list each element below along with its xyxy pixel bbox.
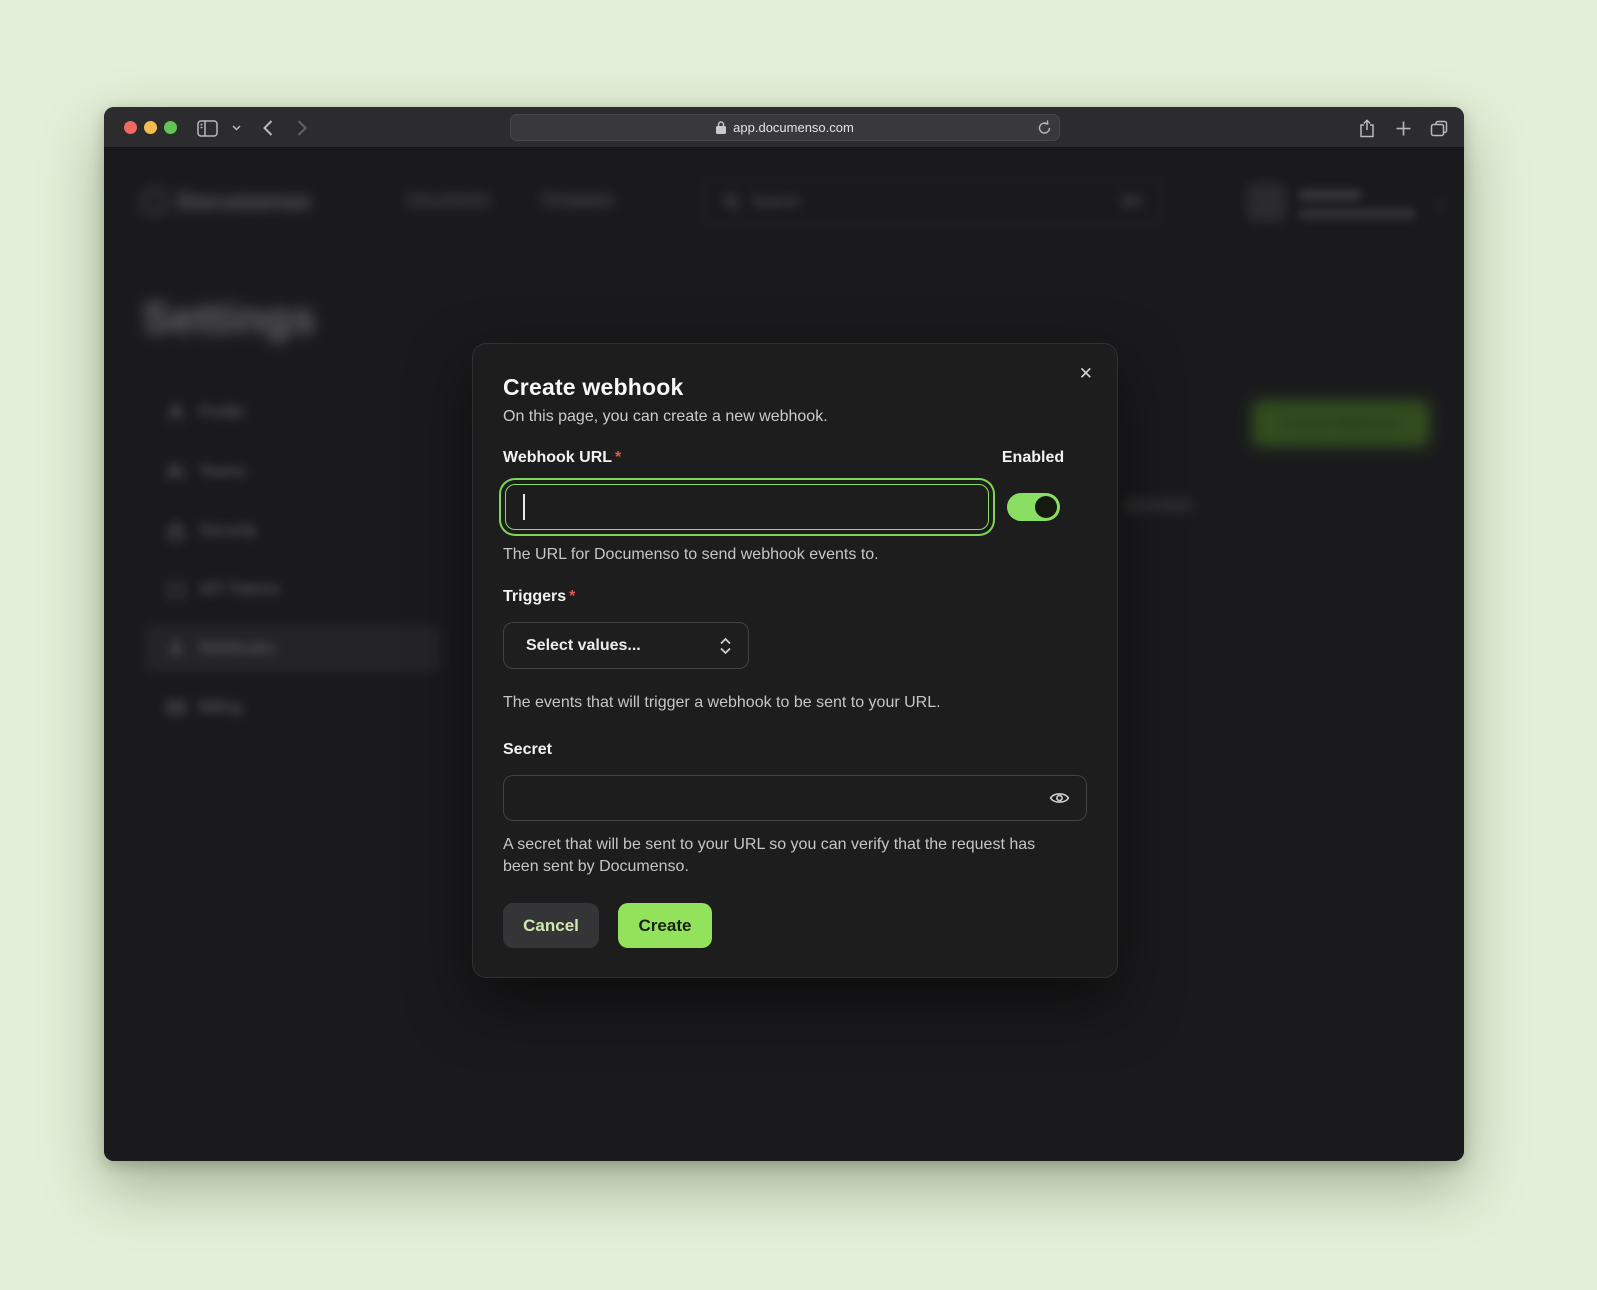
dialog-title: Create webhook	[503, 374, 1087, 401]
eye-icon[interactable]	[1049, 788, 1070, 813]
triggers-helper: The events that will trigger a webhook t…	[503, 692, 1087, 714]
forward-button[interactable]	[289, 115, 315, 141]
secret-label: Secret	[503, 741, 552, 759]
close-window-button[interactable]	[124, 121, 137, 134]
zoom-window-button[interactable]	[164, 121, 177, 134]
page-viewport: Documenso Documents Templates Search ⌘K …	[104, 148, 1464, 1161]
url-text: app.documenso.com	[733, 120, 854, 135]
webhook-url-helper: The URL for Documenso to send webhook ev…	[503, 544, 1087, 566]
sidebar-toggle-icon[interactable]	[194, 115, 220, 141]
tab-overview-icon[interactable]	[1426, 115, 1452, 141]
enabled-toggle[interactable]	[1007, 493, 1060, 521]
cancel-button[interactable]: Cancel	[503, 903, 599, 948]
webhook-url-input[interactable]	[505, 484, 989, 530]
create-webhook-dialog: ✕ Create webhook On this page, you can c…	[472, 343, 1118, 978]
back-button[interactable]	[255, 115, 281, 141]
secret-helper: A secret that will be sent to your URL s…	[503, 834, 1048, 878]
close-icon[interactable]: ✕	[1079, 364, 1093, 384]
webhook-url-label: Webhook URL*	[503, 449, 621, 467]
sidebar-chevron-icon[interactable]	[223, 115, 249, 141]
triggers-label: Triggers*	[503, 588, 575, 606]
required-asterisk: *	[615, 449, 621, 466]
share-icon[interactable]	[1354, 115, 1380, 141]
triggers-select[interactable]: Select values...	[503, 622, 749, 669]
triggers-select-value: Select values...	[526, 637, 641, 655]
browser-window: app.documenso.com	[104, 107, 1464, 1161]
secret-input[interactable]	[503, 775, 1087, 821]
url-bar[interactable]: app.documenso.com	[510, 114, 1060, 141]
lock-icon	[716, 121, 726, 134]
chevron-up-down-icon	[719, 637, 732, 655]
toggle-knob	[1035, 496, 1057, 518]
dialog-description: On this page, you can create a new webho…	[503, 408, 1087, 426]
new-tab-icon[interactable]	[1390, 115, 1416, 141]
reload-icon[interactable]	[1038, 120, 1051, 138]
minimize-window-button[interactable]	[144, 121, 157, 134]
create-button[interactable]: Create	[618, 903, 712, 948]
text-caret	[523, 494, 525, 520]
enabled-label: Enabled	[989, 449, 1077, 467]
browser-toolbar: app.documenso.com	[104, 107, 1464, 148]
required-asterisk: *	[569, 588, 575, 605]
